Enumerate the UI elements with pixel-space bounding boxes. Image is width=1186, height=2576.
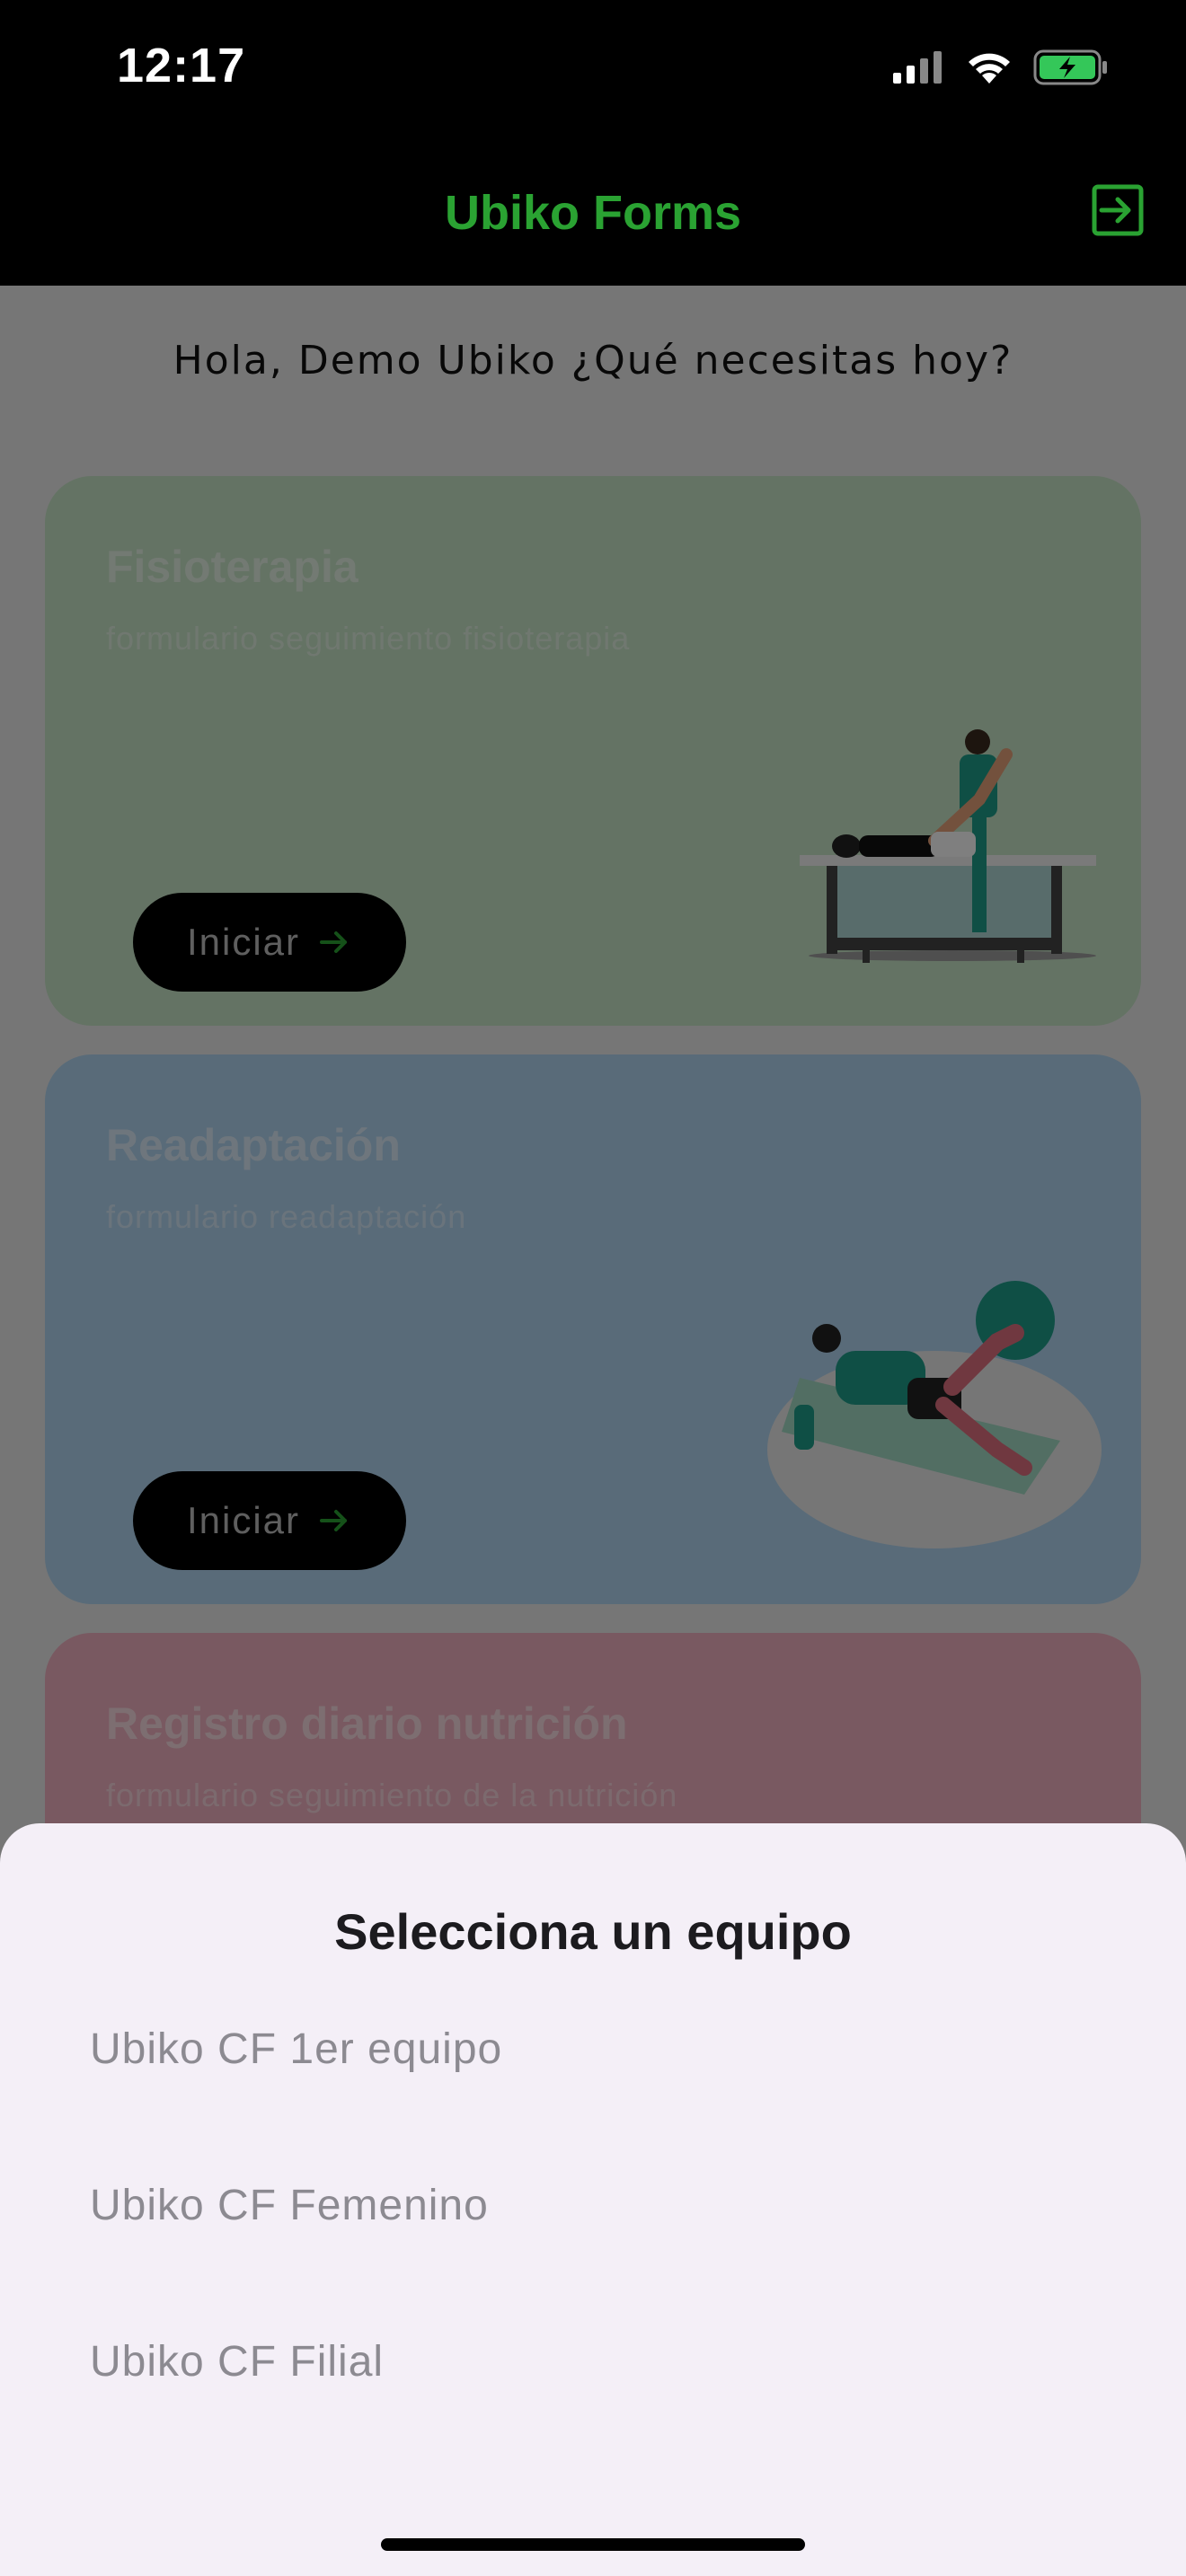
team-option-filial[interactable]: Ubiko CF Filial [0,2294,1186,2429]
signal-icon [893,51,942,84]
team-option-1er-equipo[interactable]: Ubiko CF 1er equipo [0,1981,1186,2116]
team-option-femenino[interactable]: Ubiko CF Femenino [0,2138,1186,2272]
team-option-label: Ubiko CF Femenino [90,2181,489,2229]
logout-icon[interactable] [1089,181,1146,239]
battery-icon [1033,49,1107,85]
team-selection-sheet: Selecciona un equipo Ubiko CF 1er equipo… [0,1823,1186,2576]
team-option-label: Ubiko CF Filial [90,2337,385,2386]
app-bar: Ubiko Forms [0,135,1186,286]
sheet-title: Selecciona un equipo [334,1903,852,1960]
status-bar: 12:17 [0,0,1186,135]
status-icons [891,47,1109,88]
wifi-icon [969,53,1010,84]
app-title: Ubiko Forms [444,186,742,240]
home-indicator[interactable] [381,2538,805,2551]
status-time: 12:17 [117,39,246,93]
team-option-label: Ubiko CF 1er equipo [90,2025,503,2073]
